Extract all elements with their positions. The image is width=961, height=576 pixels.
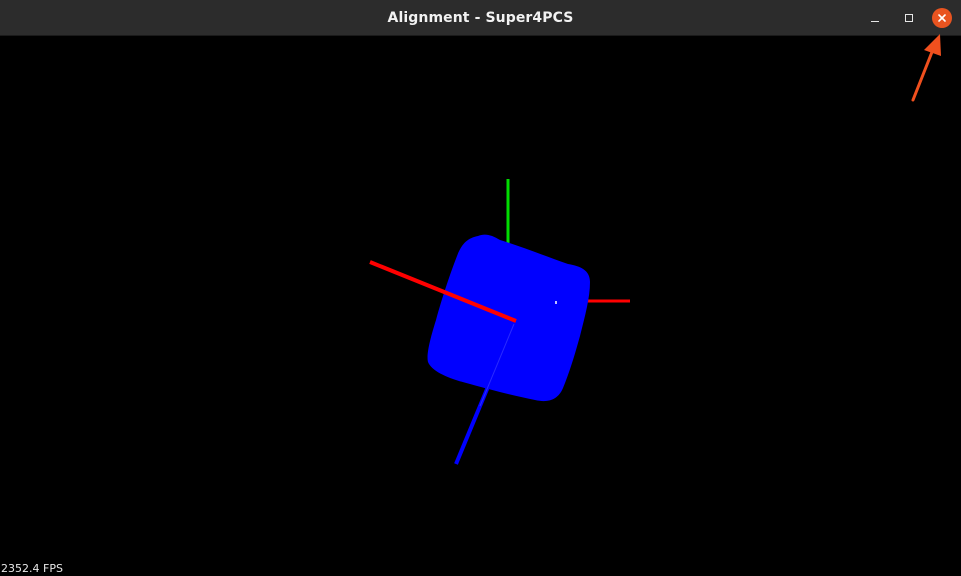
- highlight-point: [555, 301, 557, 304]
- maximize-icon: [905, 14, 913, 22]
- close-icon: [932, 8, 952, 28]
- fps-counter: 2352.4 FPS: [1, 562, 63, 575]
- scene-canvas: [369, 179, 630, 465]
- maximize-button[interactable]: [898, 7, 920, 29]
- minimize-icon: [871, 20, 879, 22]
- window-title: Alignment - Super4PCS: [387, 10, 574, 26]
- 3d-viewport[interactable]: 2352.4 FPS: [0, 36, 961, 576]
- title-bar[interactable]: Alignment - Super4PCS: [0, 0, 961, 36]
- close-button[interactable]: [931, 7, 953, 29]
- minimize-button[interactable]: [864, 7, 886, 29]
- application-window: Alignment - Super4PCS 2352.4 FPS: [0, 0, 961, 576]
